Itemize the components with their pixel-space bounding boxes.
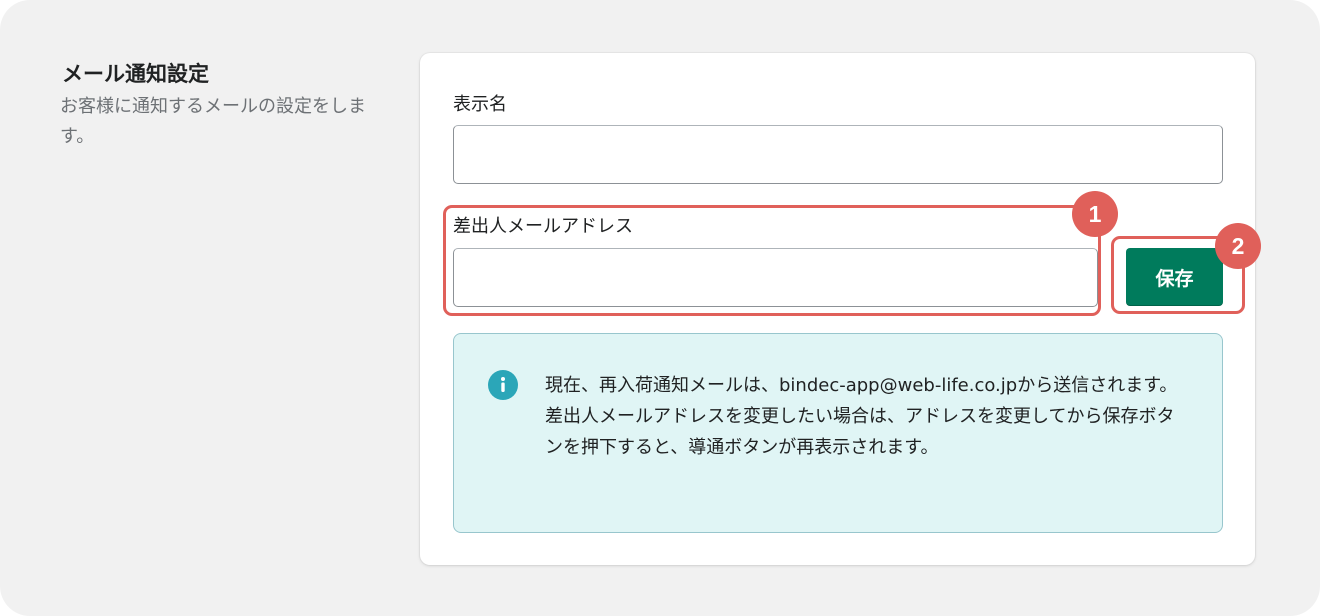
settings-panel: メール通知設定 お客様に通知するメールの設定をします。 表示名 差出人メールアド… xyxy=(0,0,1320,616)
sender-email-label: 差出人メールアドレス xyxy=(453,216,633,237)
callout-badge-2: 2 xyxy=(1215,223,1261,269)
display-name-input[interactable] xyxy=(453,125,1223,184)
info-banner-text: 現在、再入荷通知メールは、bindec-app@web-life.co.jpから… xyxy=(545,375,1178,458)
save-button[interactable]: 保存 xyxy=(1126,248,1223,306)
display-name-label: 表示名 xyxy=(453,94,507,115)
info-icon xyxy=(488,370,518,400)
section-description: お客様に通知するメールの設定をします。 xyxy=(60,96,366,147)
section-title: メール通知設定 xyxy=(62,62,209,86)
callout-badge-1: 1 xyxy=(1072,191,1118,237)
sender-email-input[interactable] xyxy=(453,248,1098,307)
